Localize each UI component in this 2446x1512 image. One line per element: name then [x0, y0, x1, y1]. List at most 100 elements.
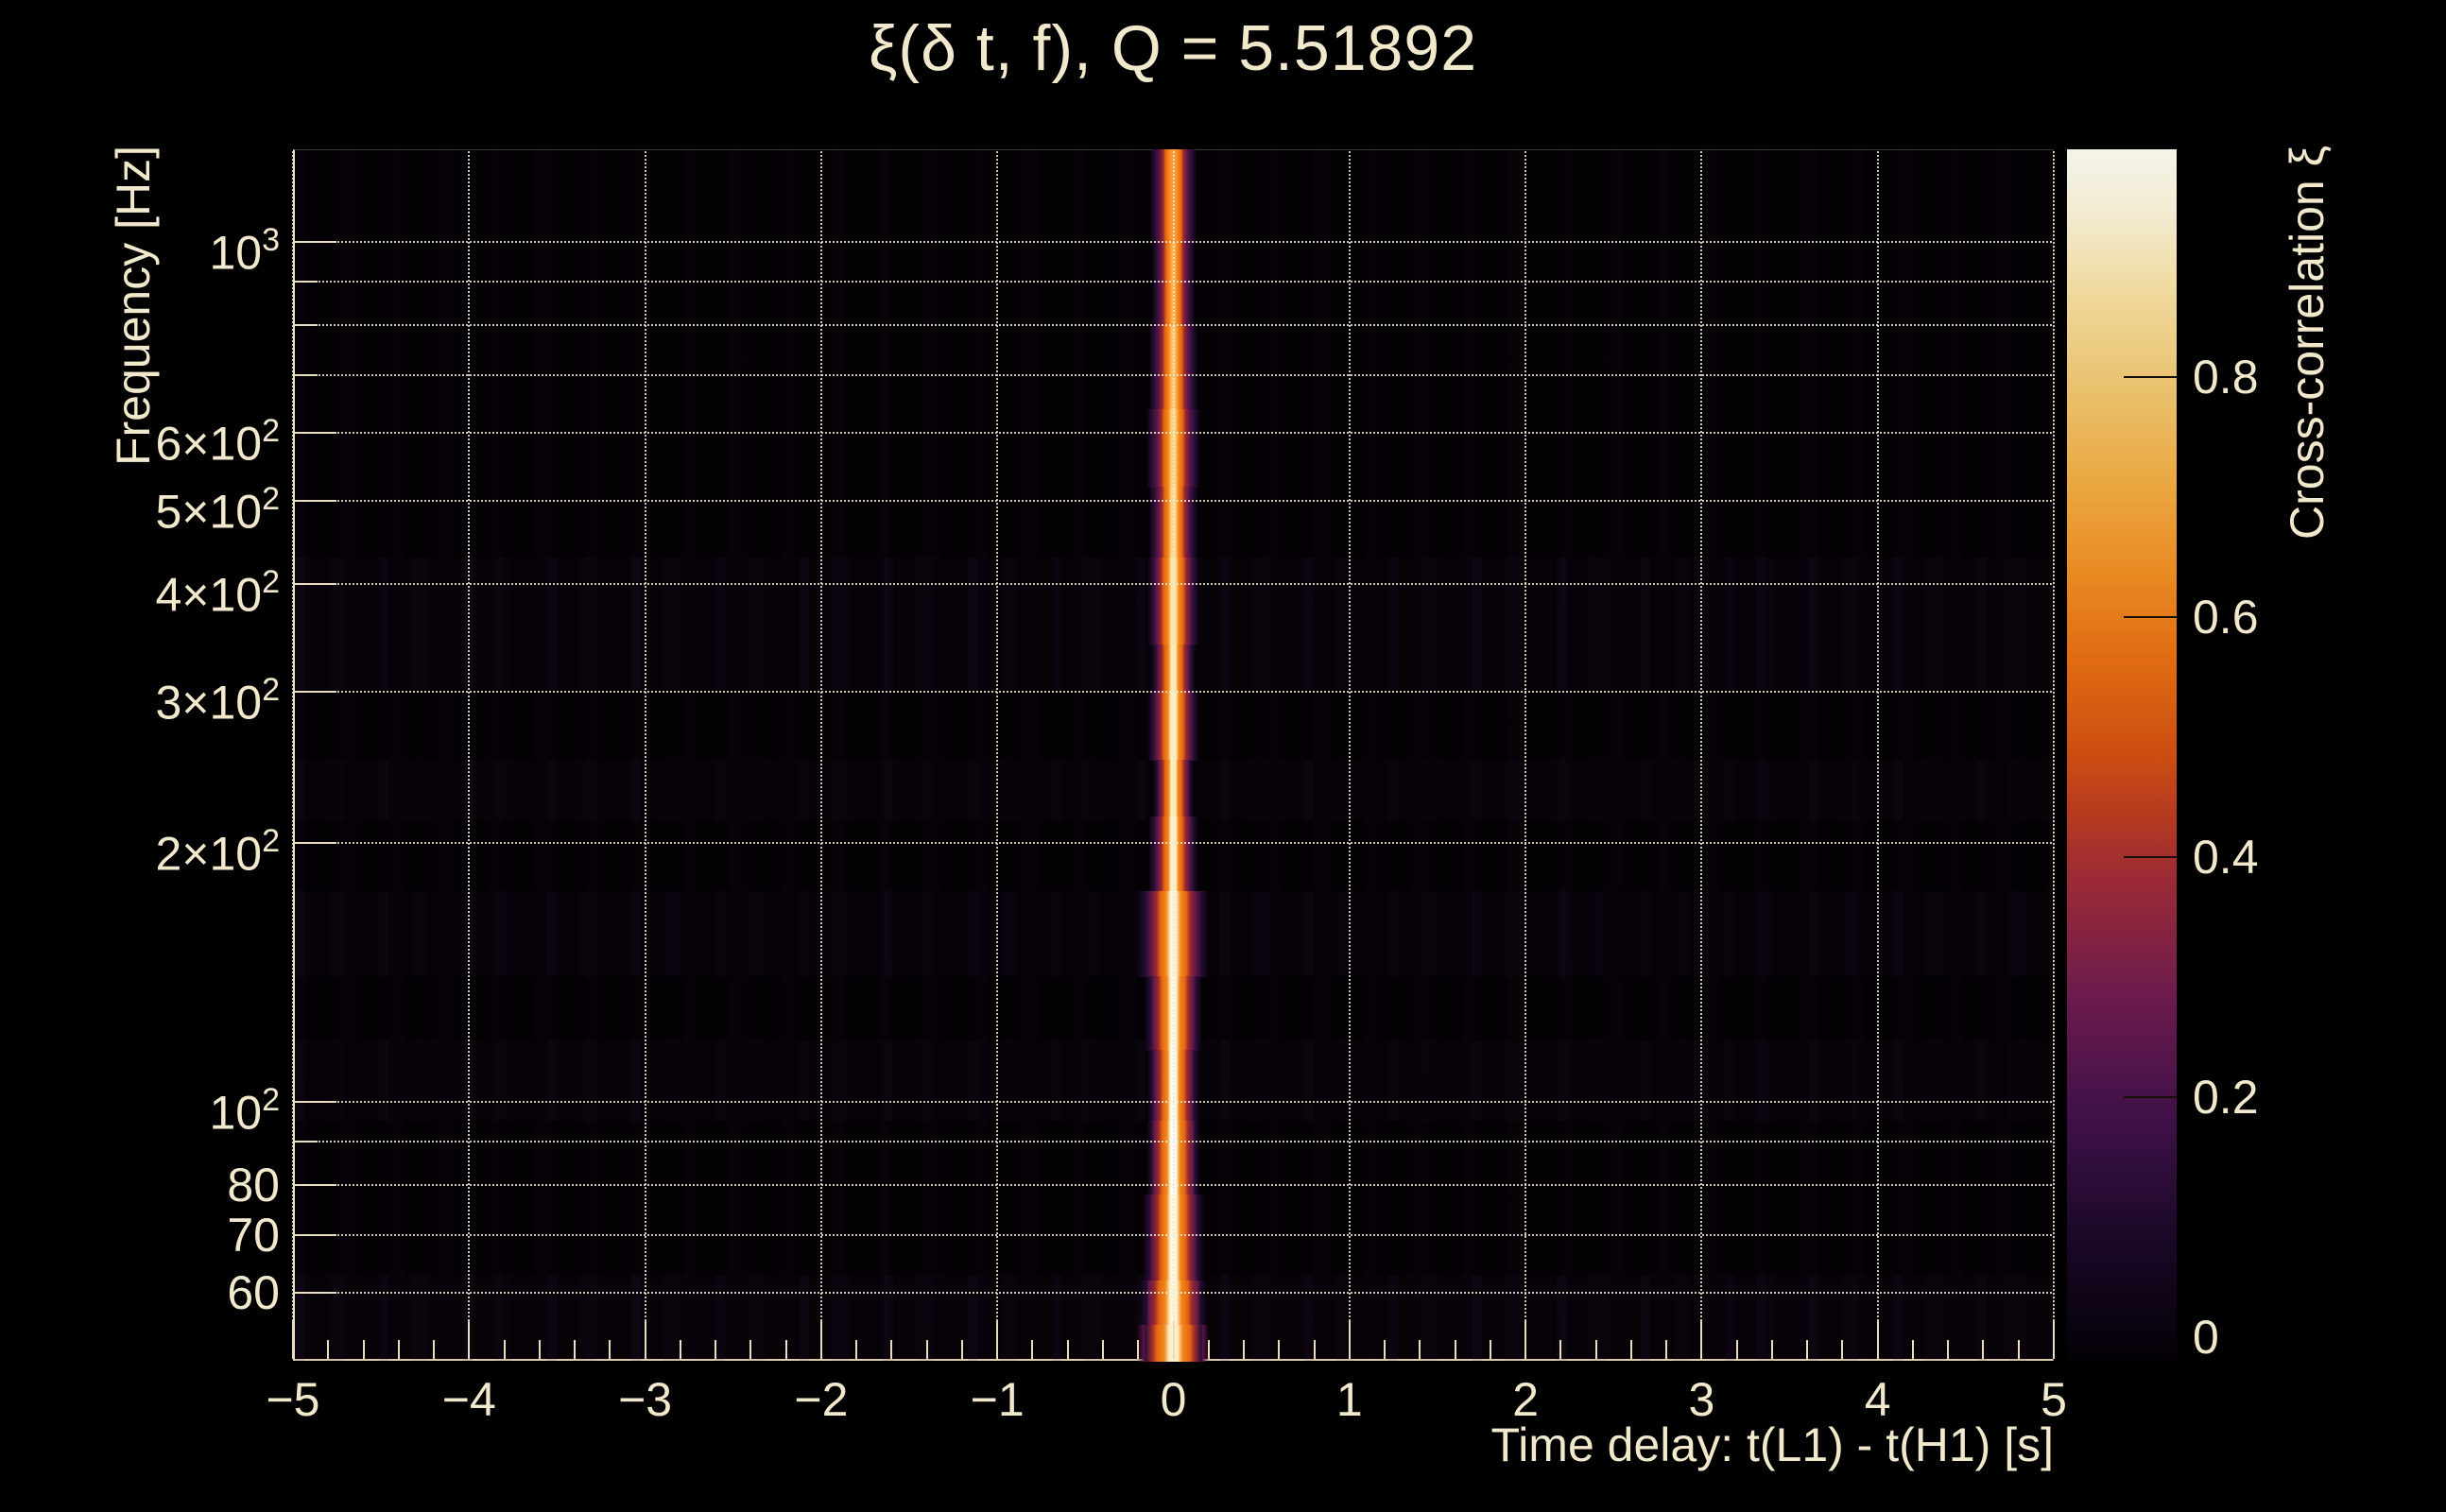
- y-gridline: [295, 324, 2052, 326]
- x-gridline: [1524, 151, 1526, 1359]
- y-minor-tick: [295, 374, 318, 376]
- y-gridline: [295, 1234, 2052, 1236]
- x-minor-tick: [1243, 1340, 1245, 1359]
- y-gridline: [295, 1184, 2052, 1186]
- x-minor-tick: [749, 1340, 751, 1359]
- x-minor-tick: [890, 1340, 892, 1359]
- x-minor-tick: [1771, 1340, 1773, 1359]
- x-minor-tick: [1736, 1340, 1738, 1359]
- x-minor-tick: [1490, 1340, 1491, 1359]
- x-minor-tick: [1314, 1340, 1316, 1359]
- x-major-tick: [1877, 1321, 1879, 1359]
- x-minor-tick: [715, 1340, 716, 1359]
- y-tick-label: 80: [38, 1157, 280, 1213]
- x-minor-tick: [433, 1340, 435, 1359]
- x-major-tick: [996, 1321, 998, 1359]
- x-gridline: [1877, 151, 1879, 1359]
- x-minor-tick: [926, 1340, 928, 1359]
- y-tick-exponent: 2: [262, 564, 280, 600]
- y-major-tick: [295, 1234, 336, 1236]
- y-tick-label: 103: [38, 214, 280, 270]
- x-minor-tick: [1595, 1340, 1597, 1359]
- y-gridline: [295, 374, 2052, 376]
- plot-title: ξ(δ t, f), Q = 5.51892: [0, 11, 2346, 85]
- y-tick-label: 2×102: [38, 815, 280, 871]
- colorbar-tick-label: 0: [2193, 1309, 2420, 1366]
- y-major-tick: [295, 241, 336, 243]
- y-gridline: [295, 281, 2052, 283]
- x-tick-label: 1: [1274, 1372, 1425, 1427]
- x-minor-tick: [680, 1340, 681, 1359]
- y-tick-exponent: 2: [262, 481, 280, 517]
- y-tick-label: 3×102: [38, 663, 280, 720]
- colorbar-tick-label: 0.8: [2193, 349, 2420, 405]
- y-gridline: [295, 691, 2052, 693]
- y-major-tick: [295, 691, 336, 693]
- y-gridline: [295, 842, 2052, 844]
- y-major-tick: [295, 500, 336, 502]
- x-minor-tick: [1455, 1340, 1456, 1359]
- y-tick-label: 4×102: [38, 556, 280, 612]
- colorbar-tick: [2124, 616, 2177, 618]
- x-minor-tick: [609, 1340, 611, 1359]
- x-gridline: [1700, 151, 1702, 1359]
- y-gridline: [295, 583, 2052, 585]
- y-tick-label: 6×102: [38, 404, 280, 461]
- x-tick-label: −1: [922, 1372, 1073, 1427]
- colorbar-tick-label: 0.4: [2193, 829, 2420, 885]
- x-tick-label: 5: [1978, 1372, 2129, 1427]
- colorbar-title: Cross-correlation ξ: [2280, 146, 2334, 540]
- y-minor-tick: [295, 281, 318, 283]
- x-major-tick: [1700, 1321, 1702, 1359]
- colorbar-tick-label: 0.6: [2193, 589, 2420, 645]
- y-tick-label: 70: [38, 1207, 280, 1263]
- x-gridline: [996, 151, 998, 1359]
- x-major-tick: [468, 1321, 470, 1359]
- colorbar-tick: [2124, 376, 2177, 378]
- y-minor-tick: [295, 324, 318, 326]
- x-minor-tick: [1384, 1340, 1386, 1359]
- y-gridline: [295, 432, 2052, 434]
- x-minor-tick: [1806, 1340, 1808, 1359]
- y-tick-label: 102: [38, 1074, 280, 1130]
- x-minor-tick: [398, 1340, 400, 1359]
- x-minor-tick: [327, 1340, 329, 1359]
- y-tick-exponent: 2: [262, 413, 280, 449]
- x-minor-tick: [1947, 1340, 1949, 1359]
- x-gridline: [820, 151, 822, 1359]
- x-major-tick: [645, 1321, 646, 1359]
- x-minor-tick: [574, 1340, 576, 1359]
- y-gridline: [295, 1141, 2052, 1143]
- x-minor-tick: [1841, 1340, 1843, 1359]
- x-gridline: [1173, 151, 1175, 1359]
- x-tick-label: 0: [1098, 1372, 1249, 1427]
- colorbar-tick: [2124, 1096, 2177, 1098]
- y-major-tick: [295, 432, 336, 434]
- y-gridline: [295, 500, 2052, 502]
- x-tick-label: −4: [393, 1372, 544, 1427]
- x-minor-tick: [1630, 1340, 1632, 1359]
- x-tick-label: −3: [570, 1372, 721, 1427]
- y-tick-exponent: 3: [262, 222, 280, 258]
- y-major-tick: [295, 842, 336, 844]
- y-tick-label: 5×102: [38, 472, 280, 529]
- x-minor-tick: [1912, 1340, 1914, 1359]
- colorbar-tick-label: 0.2: [2193, 1069, 2420, 1125]
- y-minor-tick: [295, 1141, 318, 1143]
- colorbar-tick: [2124, 856, 2177, 858]
- x-gridline: [1349, 151, 1351, 1359]
- x-minor-tick: [1137, 1340, 1139, 1359]
- x-minor-tick: [539, 1340, 541, 1359]
- y-major-tick: [295, 1101, 336, 1103]
- x-tick-label: 2: [1450, 1372, 1601, 1427]
- x-minor-tick: [1278, 1340, 1280, 1359]
- x-tick-label: 3: [1626, 1372, 1777, 1427]
- x-gridline: [292, 151, 294, 1359]
- y-gridline: [295, 241, 2052, 243]
- colorbar: [2067, 149, 2177, 1361]
- x-minor-tick: [1982, 1340, 1984, 1359]
- x-minor-tick: [1031, 1340, 1033, 1359]
- y-major-tick: [295, 583, 336, 585]
- x-tick-label: −2: [746, 1372, 897, 1427]
- x-minor-tick: [1665, 1340, 1667, 1359]
